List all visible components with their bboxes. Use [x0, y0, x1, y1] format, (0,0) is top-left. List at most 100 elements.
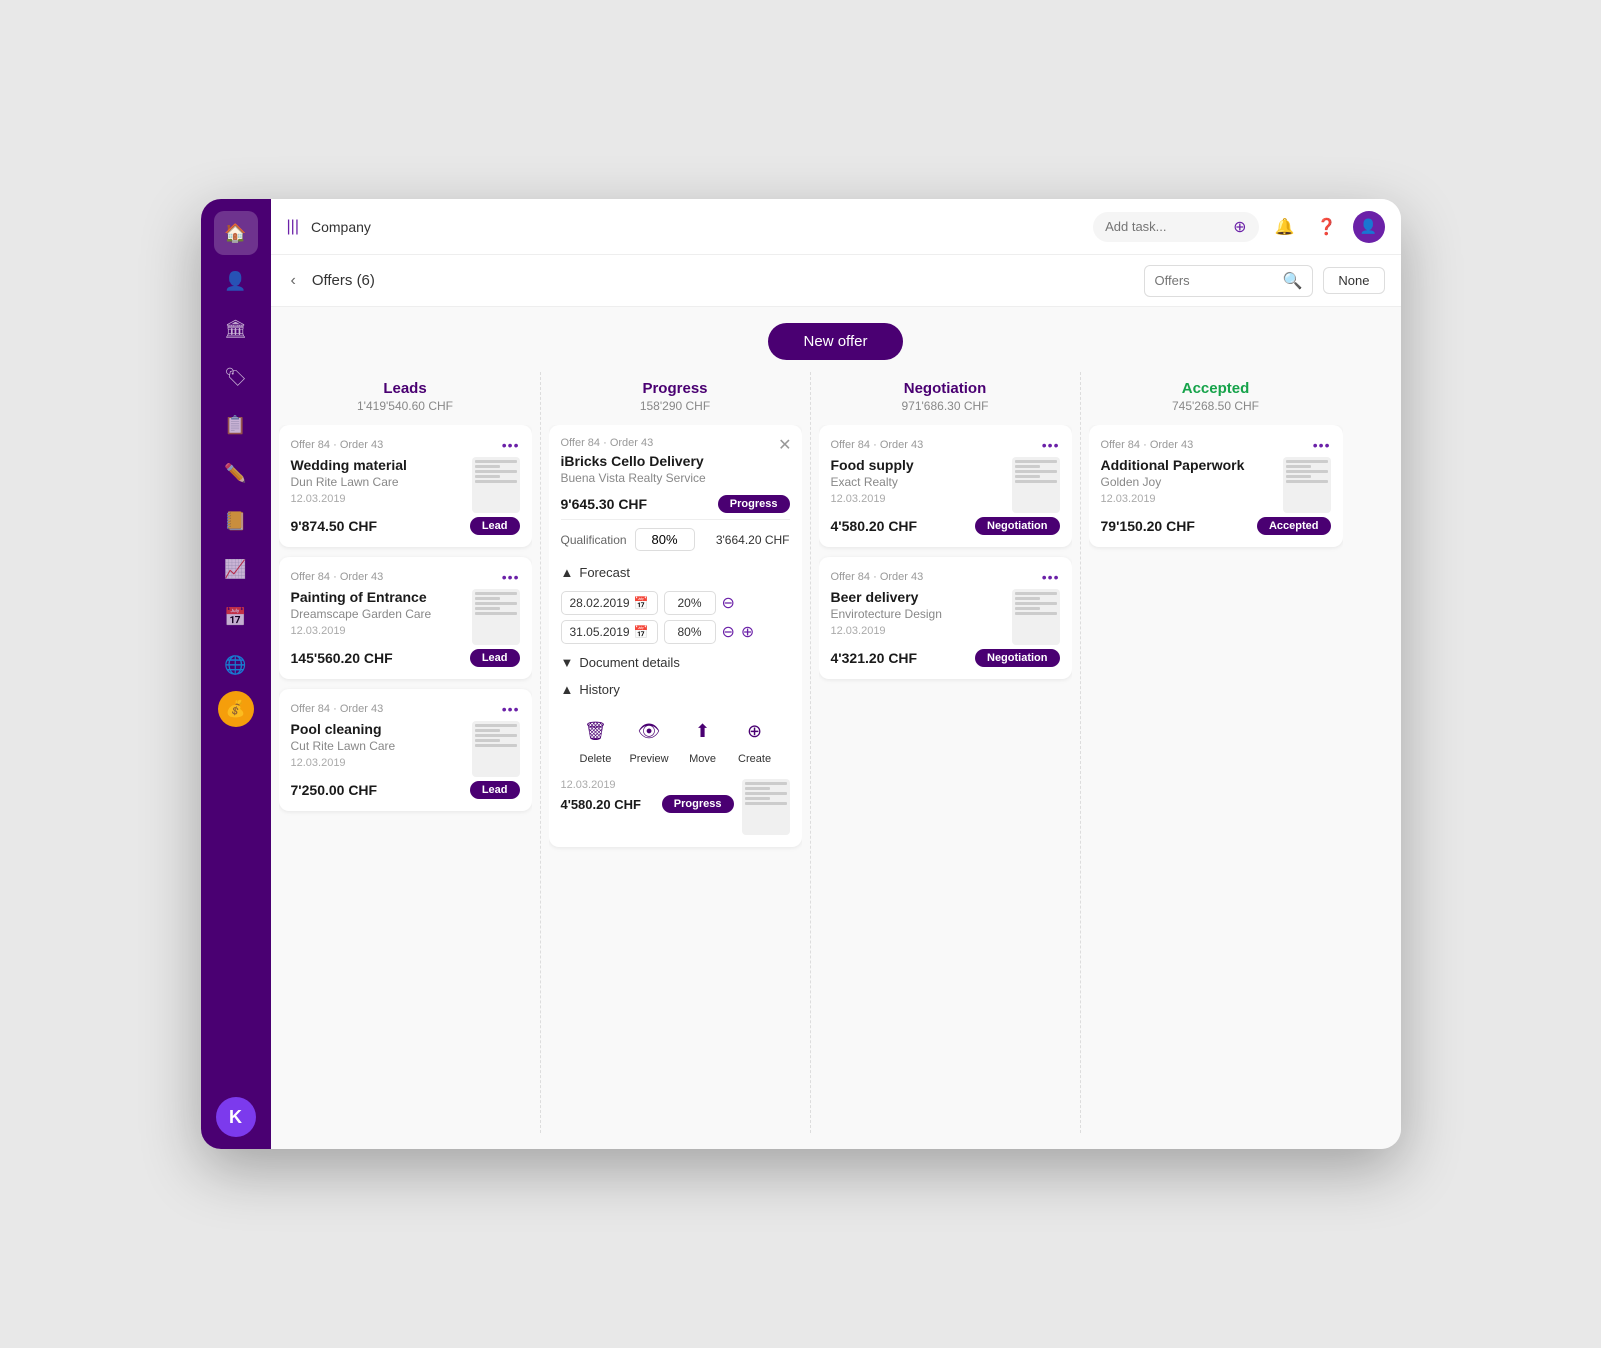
card-content: Pool cleaning Cut Rite Lawn Care 12.03.2…	[291, 721, 464, 777]
user-avatar[interactable]: 👤	[1353, 211, 1385, 243]
history-thumbnail	[742, 779, 790, 835]
forecast-plus-2[interactable]: ⊕	[741, 622, 754, 642]
help-button[interactable]: ❓	[1311, 211, 1343, 243]
history-action-preview[interactable]: 👁 Preview	[629, 713, 668, 765]
filter-button[interactable]: None	[1323, 267, 1384, 294]
search-input[interactable]	[1155, 273, 1275, 288]
card-meta: Offer 84 · Order 43 ✕	[561, 437, 790, 449]
card-amount: 4'321.20 CHF	[831, 650, 918, 666]
add-task-input[interactable]	[1105, 219, 1225, 234]
sidebar-user-avatar[interactable]: K	[216, 1097, 256, 1137]
card-bottom: 145'560.20 CHF Lead	[291, 649, 520, 667]
column-amount-accepted: 745'268.50 CHF	[1089, 399, 1343, 413]
app-title: Company	[311, 219, 371, 235]
qualification-label: Qualification	[561, 533, 627, 547]
qualification-input[interactable]	[635, 528, 695, 551]
card-badge: Progress	[718, 495, 790, 513]
card-inner: iBricks Cello Delivery Buena Vista Realt…	[561, 453, 790, 489]
card-inner: Beer delivery Envirotecture Design 12.03…	[831, 589, 1060, 645]
kanban-column-negotiation: Negotiation 971'686.30 CHF Offer 84 · Or…	[811, 372, 1081, 1133]
forecast-toggle[interactable]: ▲ Forecast	[561, 559, 790, 586]
card-close-button[interactable]: ✕	[778, 435, 791, 455]
card-company: Envirotecture Design	[831, 607, 1004, 621]
sidebar-item-calendar[interactable]: 📅	[214, 595, 258, 639]
preview-label: Preview	[629, 753, 668, 765]
sidebar: 🏠 👤 🏛 🏷 📋 ✏️ 📒 📈 📅 🌐 💰 K	[201, 199, 271, 1149]
history-action-delete[interactable]: 🗑 Delete	[577, 713, 613, 765]
card-date: 12.03.2019	[291, 493, 464, 505]
calendar-icon: 📅	[634, 625, 649, 639]
card-menu-button[interactable]: •••	[1042, 437, 1060, 453]
sidebar-item-notebook[interactable]: 📒	[214, 499, 258, 543]
card-menu-button[interactable]: •••	[502, 569, 520, 585]
card-menu-button[interactable]: •••	[1313, 437, 1331, 453]
sidebar-item-home[interactable]: 🏠	[214, 211, 258, 255]
card-menu-button[interactable]: •••	[1042, 569, 1060, 585]
card-offer-label: Offer 84 · Order 43	[561, 437, 654, 449]
column-header-accepted: Accepted 745'268.50 CHF	[1089, 372, 1343, 425]
calendar-icon: 📅	[634, 596, 649, 610]
forecast-row-1: 28.02.2019 📅 ⊖	[561, 591, 790, 615]
card-company: Exact Realty	[831, 475, 1004, 489]
card-menu-button[interactable]: •••	[502, 437, 520, 453]
card-bottom: 4'321.20 CHF Negotiation	[831, 649, 1060, 667]
sidebar-item-company[interactable]: 🏛	[214, 307, 258, 351]
card-bottom: 9'874.50 CHF Lead	[291, 517, 520, 535]
forecast-minus-1[interactable]: ⊖	[722, 593, 735, 613]
column-title-progress: Progress	[549, 380, 802, 397]
card-meta: Offer 84 · Order 43 •••	[831, 569, 1060, 585]
date-value: 28.02.2019	[570, 596, 630, 610]
delete-label: Delete	[580, 753, 612, 765]
add-task-plus-icon: ⊕	[1233, 217, 1246, 237]
document-details-label: Document details	[579, 655, 679, 670]
accepted-cards: Offer 84 · Order 43 ••• Additional Paper…	[1089, 425, 1343, 1133]
forecast-minus-2[interactable]: ⊖	[722, 622, 735, 642]
search-icon: 🔍	[1283, 271, 1303, 291]
column-amount-negotiation: 971'686.30 CHF	[819, 399, 1072, 413]
sidebar-item-money[interactable]: 💰	[218, 691, 254, 727]
card-badge: Lead	[470, 649, 520, 667]
card-meta: Offer 84 · Order 43 •••	[1101, 437, 1331, 453]
document-details-toggle[interactable]: ▼ Document details	[561, 649, 790, 676]
sidebar-item-contacts[interactable]: 👤	[214, 259, 258, 303]
kanban-column-accepted: Accepted 745'268.50 CHF Offer 84 · Order…	[1081, 372, 1351, 1133]
history-action-create[interactable]: ⊕ Create	[737, 713, 773, 765]
card-inner: Additional Paperwork Golden Joy 12.03.20…	[1101, 457, 1331, 513]
menu-icon: |||	[287, 218, 299, 236]
forecast-date-2[interactable]: 31.05.2019 📅	[561, 620, 658, 644]
card-wedding-material: Offer 84 · Order 43 ••• Wedding material…	[279, 425, 532, 547]
card-amount: 79'150.20 CHF	[1101, 518, 1195, 534]
card-date: 12.03.2019	[291, 625, 464, 637]
notifications-button[interactable]: 🔔	[1269, 211, 1301, 243]
forecast-date-1[interactable]: 28.02.2019 📅	[561, 591, 658, 615]
sidebar-item-stats[interactable]: 📈	[214, 547, 258, 591]
add-task-container[interactable]: ⊕	[1093, 212, 1258, 242]
sidebar-item-edit[interactable]: ✏️	[214, 451, 258, 495]
sidebar-item-tags[interactable]: 🏷	[214, 355, 258, 399]
card-beer-delivery: Offer 84 · Order 43 ••• Beer delivery En…	[819, 557, 1072, 679]
search-box[interactable]: 🔍	[1144, 265, 1314, 297]
back-button[interactable]: ‹	[287, 268, 300, 294]
history-action-move[interactable]: ⬆ Move	[685, 713, 721, 765]
new-offer-button[interactable]: New offer	[768, 323, 904, 360]
card-amount: 9'645.30 CHF	[561, 496, 648, 512]
card-offer-label: Offer 84 · Order 43	[1101, 439, 1194, 451]
column-title-negotiation: Negotiation	[819, 380, 1072, 397]
card-amount: 4'580.20 CHF	[831, 518, 918, 534]
card-date: 12.03.2019	[291, 757, 464, 769]
card-offer-label: Offer 84 · Order 43	[291, 571, 384, 583]
sidebar-item-docs[interactable]: 📋	[214, 403, 258, 447]
forecast-pct-1[interactable]	[664, 591, 716, 615]
card-inner: Food supply Exact Realty 12.03.2019	[831, 457, 1060, 513]
history-entry-date: 12.03.2019	[561, 779, 734, 791]
column-header-leads: Leads 1'419'540.60 CHF	[279, 372, 532, 425]
card-bottom: 7'250.00 CHF Lead	[291, 781, 520, 799]
card-badge: Lead	[470, 781, 520, 799]
topbar-right: ⊕ 🔔 ❓ 👤	[1093, 211, 1384, 243]
sidebar-item-globe[interactable]: 🌐	[214, 643, 258, 687]
history-toggle[interactable]: ▲ History	[561, 676, 790, 703]
forecast-rows: 28.02.2019 📅 ⊖ 31.05.2019 📅	[561, 591, 790, 644]
card-menu-button[interactable]: •••	[502, 701, 520, 717]
subheader: ‹ Offers (6) 🔍 None	[271, 255, 1401, 307]
forecast-pct-2[interactable]	[664, 620, 716, 644]
